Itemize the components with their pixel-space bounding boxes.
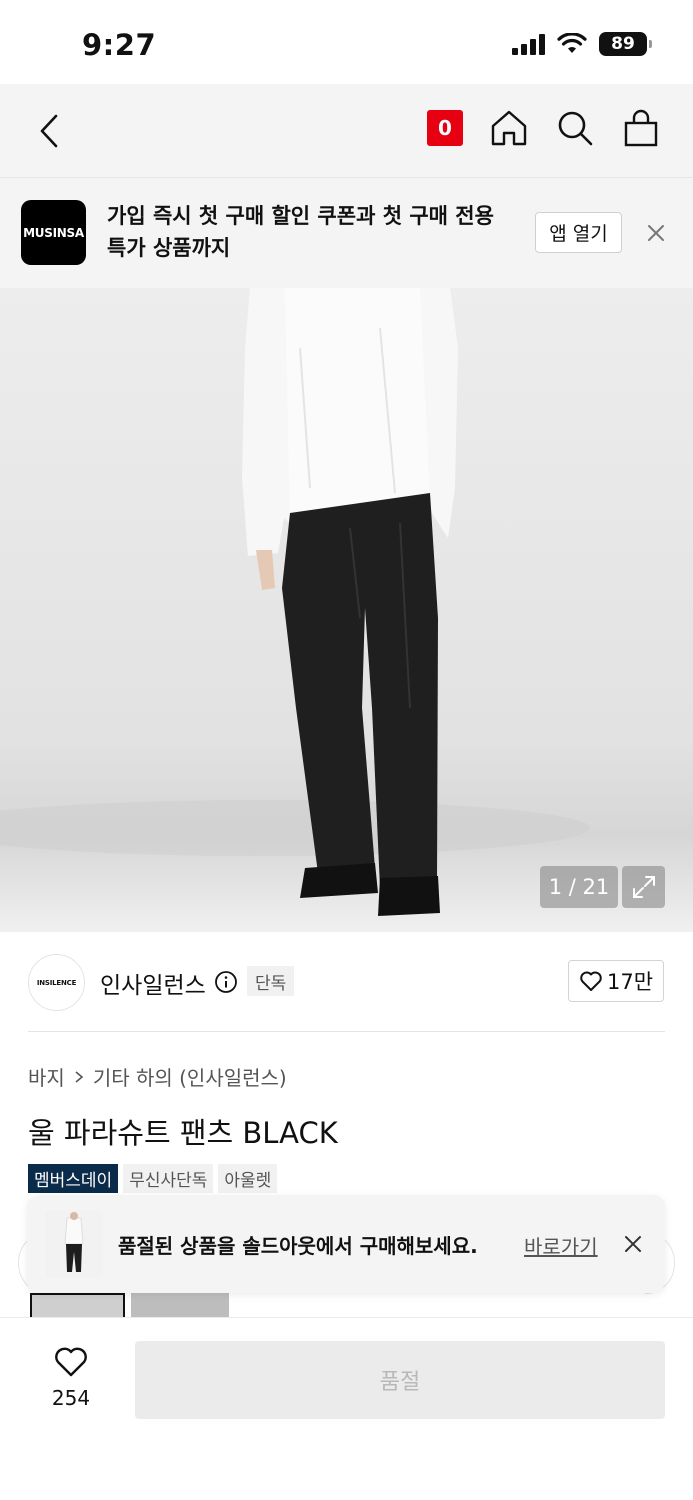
close-icon[interactable]	[621, 1232, 645, 1256]
heart-icon	[55, 1347, 87, 1377]
notification-badge[interactable]: 0	[427, 110, 463, 146]
toast-go-link[interactable]: 바로가기	[524, 1231, 598, 1260]
musinsa-logo: MUSINSA	[21, 200, 86, 265]
breadcrumb-category[interactable]: 바지	[28, 1062, 65, 1091]
expand-icon	[632, 876, 655, 898]
banner-message: 가입 즉시 첫 구매 할인 쿠폰과 첫 구매 전용 특가 상품까지	[107, 204, 494, 260]
soldout-button[interactable]: 품절	[135, 1341, 665, 1419]
brand-name[interactable]: 인사일런스	[100, 966, 206, 1000]
heart-icon	[580, 971, 602, 991]
divider	[28, 1031, 665, 1032]
breadcrumb: 바지 기타 하의 (인사일런스)	[28, 1062, 287, 1091]
cart-button[interactable]	[621, 106, 661, 150]
brand-logo[interactable]: INSILENCE	[28, 954, 85, 1011]
battery-icon: 89	[599, 32, 652, 56]
expand-image-button[interactable]	[622, 866, 665, 908]
product-tags: 멤버스데이 무신사단독 아울렛	[28, 1164, 278, 1193]
product-image[interactable]	[0, 288, 693, 932]
related-thumbnail[interactable]	[30, 1293, 125, 1317]
status-icons: 89	[512, 32, 652, 56]
shopping-bag-icon	[624, 109, 658, 147]
home-button[interactable]	[489, 106, 529, 150]
product-photo	[0, 288, 693, 932]
related-thumbnail[interactable]	[131, 1293, 229, 1317]
image-counter: 1 / 21	[540, 866, 618, 908]
back-icon[interactable]	[32, 110, 72, 152]
product-like-button[interactable]: 254	[40, 1346, 102, 1410]
product-like-count: 254	[51, 1386, 91, 1410]
toast-product-thumbnail	[45, 1210, 103, 1278]
product-title: 울 파라슈트 팬츠 BLACK	[28, 1116, 338, 1150]
chevron-right-icon	[75, 1070, 84, 1083]
home-icon	[491, 110, 527, 146]
breadcrumb-subcategory[interactable]: 기타 하의 (인사일런스)	[93, 1062, 287, 1091]
brand-like-count: 17만	[606, 970, 654, 994]
open-app-button[interactable]: 앱 열기	[535, 212, 622, 253]
soldout-toast: 품절된 상품을 솔드아웃에서 구매해보세요. 바로가기	[27, 1195, 665, 1293]
app-install-banner: MUSINSA 가입 즉시 첫 구매 할인 쿠폰과 첫 구매 전용 특가 상품까…	[0, 178, 693, 288]
brand-like-button[interactable]: 17만	[568, 960, 664, 1002]
brand-row: INSILENCE 인사일런스 단독 17만	[0, 932, 693, 1032]
toast-message: 품절된 상품을 솔드아웃에서 구매해보세요.	[118, 1234, 478, 1258]
wifi-icon	[557, 33, 587, 53]
exclusive-badge: 단독	[247, 966, 295, 996]
tag-musinsa-exclusive: 무신사단독	[123, 1164, 214, 1193]
close-icon[interactable]	[644, 221, 668, 245]
status-time: 9:27	[82, 28, 157, 62]
search-button[interactable]	[555, 106, 595, 150]
bottom-action-bar: 254 품절	[0, 1317, 693, 1500]
tag-outlet: 아울렛	[218, 1164, 278, 1193]
search-icon	[558, 111, 593, 146]
nav-bar: 0	[0, 84, 693, 178]
info-icon[interactable]	[214, 970, 238, 994]
nav-actions: 0	[427, 106, 661, 150]
status-bar: 9:27 89	[0, 0, 693, 84]
tag-members-day: 멤버스데이	[28, 1164, 119, 1193]
cellular-signal-icon	[512, 33, 545, 55]
